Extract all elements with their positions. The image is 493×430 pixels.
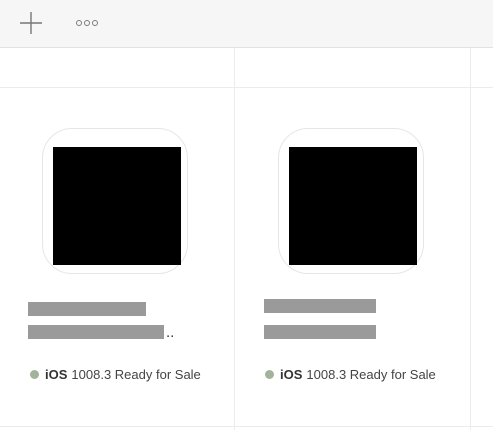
app-icon[interactable] xyxy=(42,128,188,274)
toolbar xyxy=(0,0,493,48)
add-button[interactable] xyxy=(18,10,44,36)
redaction-bar xyxy=(264,299,376,313)
status-dot xyxy=(30,370,39,379)
app-name[interactable] xyxy=(264,299,424,352)
app-card[interactable]: iOS 1008.3 Ready for Sale xyxy=(235,88,470,426)
redaction-bar xyxy=(28,302,146,316)
app-card[interactable]: .. iOS 1008.3 Ready for Sale xyxy=(0,88,235,426)
status-dot xyxy=(265,370,274,379)
platform-label: iOS xyxy=(280,367,303,382)
app-status: iOS 1008.3 Ready for Sale xyxy=(30,367,201,382)
platform-label: iOS xyxy=(45,367,68,382)
app-icon-image xyxy=(289,147,417,265)
app-status: iOS 1008.3 Ready for Sale xyxy=(265,367,436,382)
row-divider xyxy=(0,426,493,427)
app-name-line-1 xyxy=(28,300,188,326)
version-label: 1008.3 xyxy=(71,367,112,382)
redaction-bar xyxy=(264,325,376,339)
app-icon-image xyxy=(53,147,181,265)
redaction-bar xyxy=(28,325,164,339)
status-label: Ready for Sale xyxy=(349,367,436,382)
more-button[interactable] xyxy=(72,12,102,34)
truncation-ellipsis: .. xyxy=(166,324,175,341)
app-name[interactable]: .. xyxy=(28,300,188,352)
ellipsis-icon xyxy=(75,20,99,26)
plus-icon xyxy=(20,12,42,34)
app-icon[interactable] xyxy=(278,128,424,274)
app-name-line-1 xyxy=(264,299,424,326)
app-name-line-2: .. xyxy=(28,324,188,352)
status-label: Ready for Sale xyxy=(114,367,201,382)
column-divider xyxy=(470,48,471,430)
app-name-line-2 xyxy=(264,325,424,352)
version-label: 1008.3 xyxy=(306,367,347,382)
